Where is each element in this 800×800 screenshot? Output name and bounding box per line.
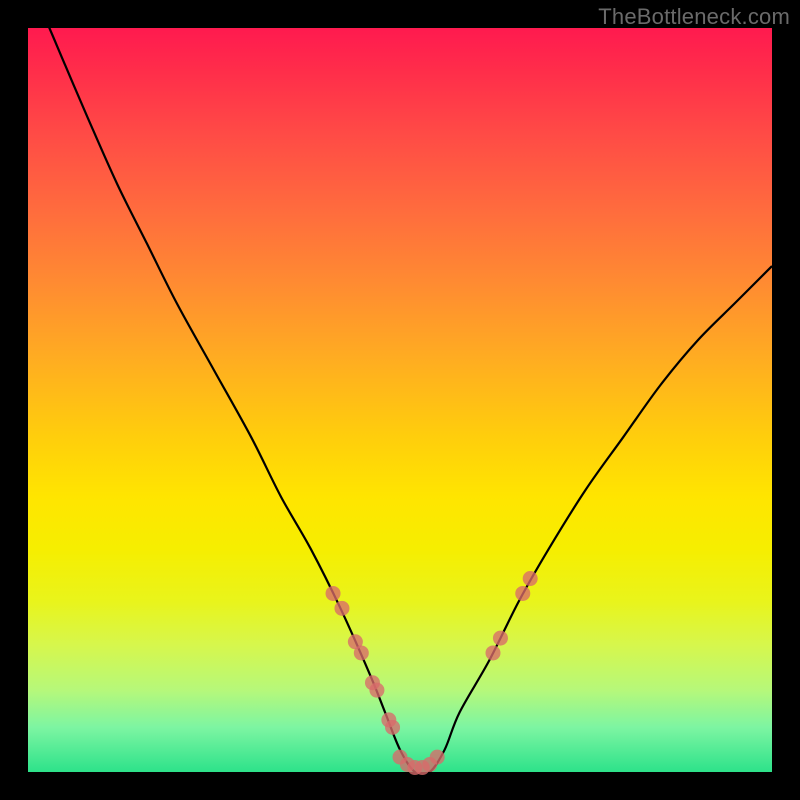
marker-dot <box>369 683 384 698</box>
chart-svg <box>28 28 772 772</box>
marker-dot <box>515 586 530 601</box>
plot-area <box>28 28 772 772</box>
watermark-text: TheBottleneck.com <box>598 4 790 30</box>
bottleneck-curve <box>28 0 772 775</box>
marker-dot <box>493 631 508 646</box>
marker-dot <box>326 586 341 601</box>
marker-dot <box>334 601 349 616</box>
marker-dot <box>523 571 538 586</box>
marker-dot <box>486 645 501 660</box>
chart-frame: TheBottleneck.com <box>0 0 800 800</box>
marker-dot <box>385 720 400 735</box>
curve-markers <box>326 571 538 775</box>
marker-dot <box>430 750 445 765</box>
marker-dot <box>354 645 369 660</box>
